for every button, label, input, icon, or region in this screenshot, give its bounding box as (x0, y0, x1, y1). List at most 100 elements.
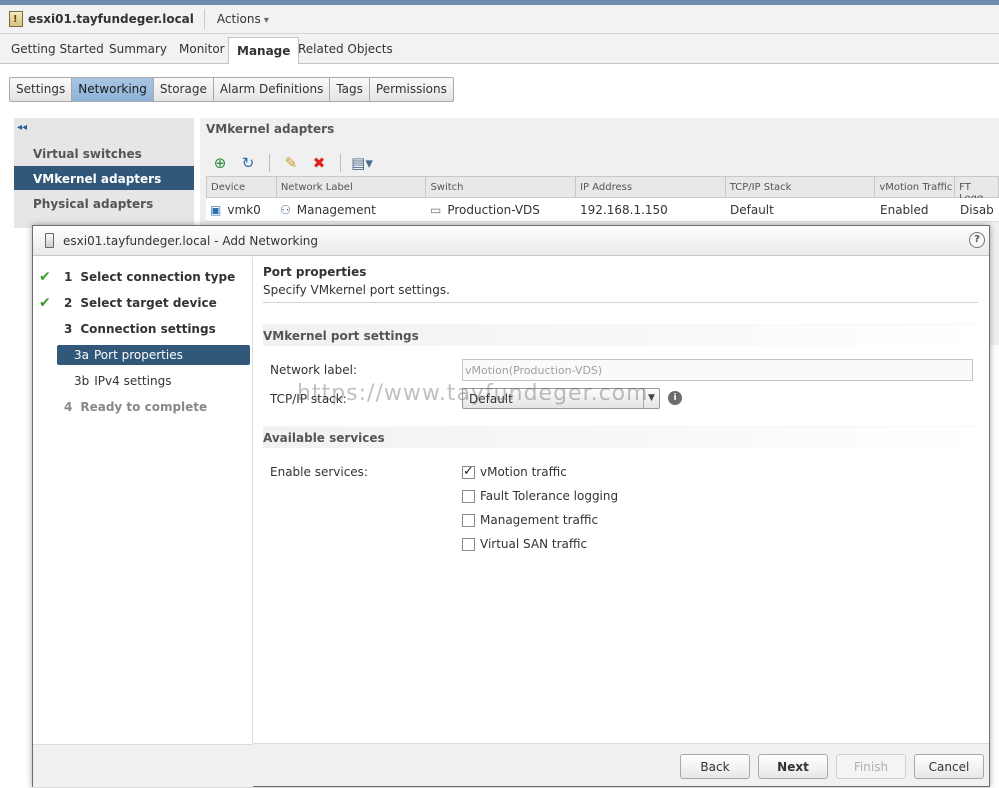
service-fault-tolerance[interactable]: Fault Tolerance logging (462, 487, 618, 505)
step-label: Connection settings (80, 322, 216, 336)
refresh-icon[interactable]: ↻ (238, 153, 258, 173)
column-device[interactable]: Device (207, 177, 277, 197)
checkmark-icon: ✔ (39, 269, 51, 285)
footer-left (33, 744, 253, 787)
column-switch[interactable]: Switch (426, 177, 577, 197)
checkbox-label: Fault Tolerance logging (480, 489, 619, 503)
step-select-target-device[interactable]: ✔ 2 Select target device (33, 293, 217, 313)
toolbar-separator (269, 154, 270, 172)
step-select-connection-type[interactable]: ✔ 1 Select connection type (33, 267, 235, 287)
column-network-label[interactable]: Network Label (277, 177, 427, 197)
checkbox-label: Management traffic (480, 513, 599, 527)
service-vmotion[interactable]: vMotion traffic (462, 463, 567, 481)
header-divider (203, 9, 205, 29)
cell-network-label: ⚇ Management (276, 198, 426, 221)
wizard-steps: ✔ 1 Select connection type ✔ 2 Select ta… (33, 257, 253, 743)
actions-menu[interactable]: Actions (217, 12, 269, 26)
service-management[interactable]: Management traffic (462, 511, 598, 529)
remove-icon[interactable]: ✖ (309, 153, 329, 173)
tab-monitor[interactable]: Monitor (179, 42, 225, 56)
host-device-icon (45, 233, 54, 248)
tab-related-objects[interactable]: Related Objects (298, 42, 393, 56)
cell-switch: ▭ Production-VDS (426, 198, 576, 221)
step-port-properties[interactable]: 3a Port properties (57, 345, 250, 365)
tab-getting-started[interactable]: Getting Started (11, 42, 104, 56)
tab-manage[interactable]: Manage (228, 37, 300, 65)
finish-button[interactable]: Finish (836, 754, 906, 779)
sub-tabs: Settings Networking Storage Alarm Defini… (9, 77, 454, 102)
section-vmkernel-port-settings: VMkernel port settings (263, 324, 978, 346)
step-number: 3a (74, 348, 89, 362)
double-chevron-left-icon[interactable]: ◂◂ (17, 122, 27, 133)
subtab-tags[interactable]: Tags (330, 78, 370, 101)
more-actions-icon[interactable]: ▤▾ (351, 153, 373, 173)
service-virtual-san[interactable]: Virtual SAN traffic (462, 535, 587, 553)
step-number: 4 (64, 400, 73, 414)
cell-ft-logging: Disab (960, 203, 994, 217)
checkmark-icon: ✔ (39, 295, 51, 311)
column-vmotion-traffic[interactable]: vMotion Traffic (875, 177, 956, 197)
edit-icon[interactable]: ✎ (281, 153, 301, 173)
network-label-value: Management (296, 203, 376, 217)
portgroup-icon: ⚇ (280, 203, 291, 217)
nav-physical-adapters[interactable]: Physical adapters (14, 191, 194, 215)
step-number: 3 (64, 322, 73, 336)
dialog-title: esxi01.tayfundeger.local - Add Networkin… (63, 233, 319, 248)
table-row[interactable]: ▣ vmk0 ⚇ Management ▭ Production-VDS 192.16… (206, 198, 999, 222)
dialog-titlebar[interactable]: esxi01.tayfundeger.local - Add Networkin… (33, 226, 989, 256)
subtab-alarm-definitions[interactable]: Alarm Definitions (214, 78, 331, 101)
info-icon[interactable]: i (668, 391, 682, 405)
divider (263, 302, 978, 303)
step-label: Port properties (94, 348, 183, 362)
step-label: IPv4 settings (94, 374, 172, 388)
column-ft-logging[interactable]: FT Logg (955, 177, 998, 204)
step-ready-to-complete[interactable]: 4 Ready to complete (33, 397, 207, 417)
cell-ip-address: 192.168.1.150 (580, 203, 668, 217)
management-checkbox[interactable] (462, 513, 475, 527)
cell-tcpip-stack: Default (730, 203, 774, 217)
step-label: Select connection type (80, 270, 236, 284)
vmkernel-adapters-panel: VMkernel adapters ⊕ ↻ ✎ ✖ ▤▾ Device Netw… (200, 118, 999, 228)
help-icon[interactable]: ? (969, 232, 985, 248)
nav-vmkernel-adapters[interactable]: VMkernel adapters (14, 166, 194, 190)
checkbox-label: Virtual SAN traffic (480, 537, 588, 551)
switch-value: Production-VDS (447, 203, 540, 217)
step-number: 1 (64, 270, 73, 284)
cancel-button[interactable]: Cancel (914, 754, 984, 779)
subtab-permissions[interactable]: Permissions (370, 78, 453, 101)
step-connection-settings[interactable]: 3 Connection settings (33, 319, 216, 339)
vmotion-checkbox[interactable] (462, 464, 475, 479)
next-button[interactable]: Next (758, 754, 828, 779)
step-ipv4-settings[interactable]: 3b IPv4 settings (74, 371, 171, 391)
object-header: esxi01.tayfundeger.local Actions (0, 5, 999, 34)
page-title: Port properties (263, 265, 367, 279)
nav-virtual-switches[interactable]: Virtual switches (14, 141, 194, 165)
step-label: Select target device (80, 296, 217, 310)
virtual-san-checkbox[interactable] (462, 537, 475, 551)
cell-device: ▣ vmk0 (206, 198, 276, 221)
enable-services-caption: Enable services: (270, 465, 368, 479)
subtab-settings[interactable]: Settings (10, 78, 73, 101)
back-button[interactable]: Back (680, 754, 750, 779)
subtab-storage[interactable]: Storage (154, 78, 214, 101)
column-tcpip-stack[interactable]: TCP/IP Stack (726, 177, 876, 197)
page-subtitle: Specify VMkernel port settings. (263, 283, 450, 297)
add-host-networking-icon[interactable]: ⊕ (210, 153, 230, 173)
grid-header: Device Network Label Switch IP Address T… (206, 176, 999, 204)
network-label-input[interactable] (462, 359, 973, 381)
column-ip-address[interactable]: IP Address (576, 177, 726, 197)
dialog-footer: Back Next Finish Cancel (33, 743, 989, 787)
toolbar-separator (340, 154, 341, 172)
vmkernel-toolbar: ⊕ ↻ ✎ ✖ ▤▾ (210, 152, 373, 174)
checkbox-label: vMotion traffic (480, 465, 567, 479)
distributed-switch-icon: ▭ (430, 203, 442, 217)
wizard-content: Port properties Specify VMkernel port se… (253, 257, 989, 743)
panel-title: VMkernel adapters (206, 122, 335, 136)
cell-vmotion: Enabled (880, 203, 929, 217)
tab-summary[interactable]: Summary (109, 42, 167, 56)
host-name: esxi01.tayfundeger.local (28, 12, 194, 26)
fault-tolerance-checkbox[interactable] (462, 489, 475, 503)
step-number: 2 (64, 296, 73, 310)
subtab-networking[interactable]: Networking (72, 78, 154, 101)
vmkernel-nic-icon: ▣ (210, 203, 222, 217)
